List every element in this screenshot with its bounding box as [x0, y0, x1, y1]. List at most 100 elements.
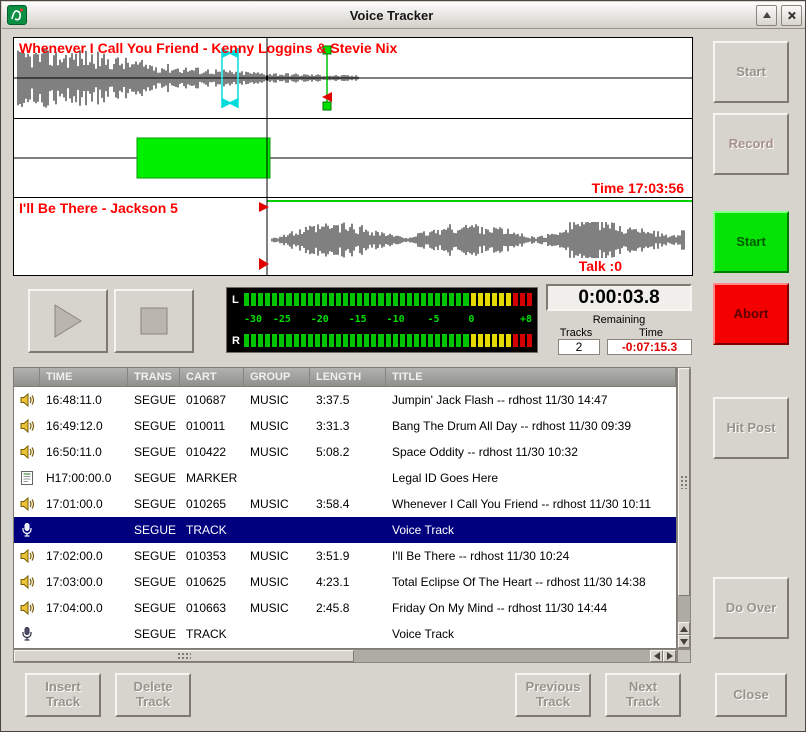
remaining-label: Remaining [546, 314, 692, 326]
cell-title: I'll Be There -- rdhost 11/30 10:24 [386, 549, 676, 563]
cell-trans: SEGUE [128, 419, 180, 433]
meter-segment [343, 334, 348, 347]
meter-segment [294, 293, 299, 306]
cell-length: 4:23.1 [310, 575, 386, 589]
cell-group: MUSIC [244, 419, 310, 433]
playlist-row[interactable]: 17:03:00.0SEGUE010625MUSIC4:23.1Total Ec… [14, 569, 676, 595]
remaining-time-value: -0:07:15.3 [607, 339, 692, 355]
cell-trans: SEGUE [128, 471, 180, 485]
horizontal-scrollbar-thumb[interactable] [14, 650, 354, 662]
meter-segment [442, 334, 447, 347]
cell-title: Friday On My Mind -- rdhost 11/30 14:44 [386, 601, 676, 615]
meter-segment [308, 334, 313, 347]
meter-segment [357, 334, 362, 347]
playlist-vertical-scrollbar[interactable] [677, 367, 691, 649]
close-window-button[interactable] [781, 5, 802, 26]
close-button[interactable]: Close [715, 673, 787, 717]
scroll-right-button[interactable] [663, 650, 676, 662]
cell-time: 16:49:12.0 [40, 419, 128, 433]
scrollbar-corner [677, 649, 691, 663]
scroll-left-button[interactable] [650, 650, 663, 662]
meter-segment [251, 293, 256, 306]
cell-title: Voice Track [386, 523, 676, 537]
track1-waveform-panel[interactable]: Whenever I Call You Friend - Kenny Loggi… [13, 37, 693, 119]
meter-segment [308, 293, 313, 306]
next-track-button[interactable]: Next Track [605, 673, 681, 717]
cell-time: H17:00:00.0 [40, 471, 128, 485]
playlist-row[interactable]: 17:04:00.0SEGUE010663MUSIC2:45.8Friday O… [14, 595, 676, 621]
meter-segment [442, 293, 447, 306]
meter-segment [350, 334, 355, 347]
cell-length: 3:58.4 [310, 497, 386, 511]
grip-icon [177, 652, 191, 660]
meter-scale-label: -20 [311, 314, 329, 325]
hit-post-button[interactable]: Hit Post [713, 397, 789, 459]
vertical-scrollbar-thumb[interactable] [678, 368, 690, 596]
playlist-row[interactable]: 17:01:00.0SEGUE010265MUSIC3:58.4Whenever… [14, 491, 676, 517]
meter-segment [414, 293, 419, 306]
meter-segment [329, 334, 334, 347]
insert-track-button[interactable]: Insert Track [25, 673, 101, 717]
cell-cart: 010353 [180, 549, 244, 563]
playlist-row[interactable]: SEGUETRACKVoice Track [14, 517, 676, 543]
marker-icon [14, 470, 40, 486]
cell-title: Space Oddity -- rdhost 11/30 10:32 [386, 445, 676, 459]
cell-time: 16:50:11.0 [40, 445, 128, 459]
record-button[interactable]: Record [713, 113, 789, 175]
meter-segment [315, 334, 320, 347]
meter-segment [251, 334, 256, 347]
track2-waveform-panel[interactable]: I'll Be There - Jackson 5 Talk :0 [13, 197, 693, 276]
meter-segment [520, 293, 525, 306]
playlist-row[interactable]: SEGUETRACKVoice Track [14, 621, 676, 647]
cell-trans: SEGUE [128, 601, 180, 615]
play-button[interactable] [28, 289, 108, 353]
meter-segment [386, 293, 391, 306]
cell-time: 16:48:11.0 [40, 393, 128, 407]
meter-segment [414, 334, 419, 347]
elapsed-time-display: 0:00:03.8 [546, 284, 692, 311]
meter-segment [513, 334, 518, 347]
playlist-row[interactable]: 16:49:12.0SEGUE010011MUSIC3:31.3Bang The… [14, 413, 676, 439]
meter-right-segments [244, 334, 532, 347]
meter-segment [407, 334, 412, 347]
title-bar[interactable]: Voice Tracker [2, 2, 806, 29]
cell-length: 3:51.9 [310, 549, 386, 563]
delete-track-button[interactable]: Delete Track [115, 673, 191, 717]
header-icon-column [14, 368, 40, 386]
meter-segment [485, 334, 490, 347]
playlist-row[interactable]: 16:50:11.0SEGUE010422MUSIC5:08.2Space Od… [14, 439, 676, 465]
meter-segment [286, 293, 291, 306]
shade-window-button[interactable] [756, 5, 777, 26]
cell-title: Legal ID Goes Here [386, 471, 676, 485]
voicetrack-display [14, 119, 692, 197]
playlist-row[interactable]: 17:02:00.0SEGUE010353MUSIC3:51.9I'll Be … [14, 543, 676, 569]
previous-track-button[interactable]: Previous Track [515, 673, 591, 717]
scroll-up-button[interactable] [678, 622, 690, 635]
meter-segment [421, 334, 426, 347]
meter-segment [435, 293, 440, 306]
meter-segment [265, 334, 270, 347]
meter-segment [513, 293, 518, 306]
meter-segment [463, 293, 468, 306]
voicetrack-panel[interactable]: Time 17:03:56 [13, 118, 693, 198]
play-icon [54, 304, 82, 338]
abort-button[interactable]: Abort [713, 283, 789, 345]
scroll-down-button[interactable] [678, 635, 690, 648]
playlist-horizontal-scrollbar[interactable] [13, 649, 677, 663]
start-track2-button[interactable]: Start [713, 211, 789, 273]
cell-trans: SEGUE [128, 497, 180, 511]
stop-button[interactable] [114, 289, 194, 353]
meter-segment [520, 334, 525, 347]
playlist-row[interactable]: 16:48:11.0SEGUE010687MUSIC3:37.5Jumpin' … [14, 387, 676, 413]
meter-segment [456, 293, 461, 306]
meter-segment [279, 293, 284, 306]
remaining-time-label: Time [611, 327, 691, 339]
meter-segment [506, 334, 511, 347]
cell-trans: SEGUE [128, 549, 180, 563]
meter-segment [499, 334, 504, 347]
meter-scale-label: +8 [520, 314, 532, 325]
playlist-row[interactable]: H17:00:00.0SEGUEMARKERLegal ID Goes Here [14, 465, 676, 491]
do-over-button[interactable]: Do Over [713, 577, 789, 639]
meter-segment [407, 293, 412, 306]
start-track1-button[interactable]: Start [713, 41, 789, 103]
